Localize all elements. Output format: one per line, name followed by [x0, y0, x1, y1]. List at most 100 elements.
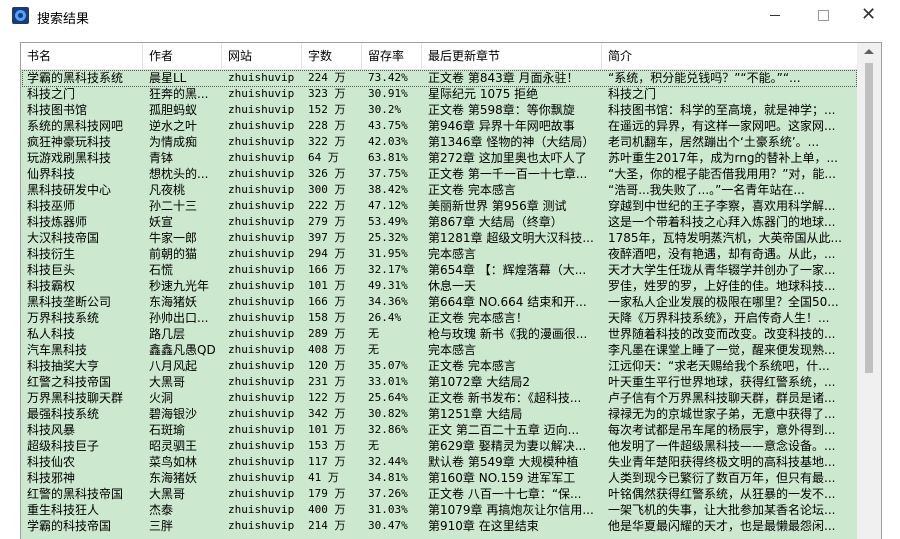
cell-author: 大黑哥: [149, 375, 186, 389]
cell-latest-chapter: 第910章 在这里结束: [428, 519, 539, 533]
cell-site: zhuishuvip: [228, 391, 295, 404]
cell-title: 系统的黑科技网吧: [27, 119, 124, 133]
table-row[interactable]: 疯狂神豪玩科技 为情成痴 zhuishuvip 322 万 42.03% 第1346章 怪…: [21, 134, 857, 150]
cell-retention: 无: [368, 327, 379, 340]
cell-wordcount: 120 万: [308, 359, 346, 372]
cell-title: 科技巨头: [27, 263, 76, 277]
column-header-author[interactable]: 作者: [143, 43, 222, 69]
cell-wordcount: 300 万: [308, 183, 346, 196]
table-row[interactable]: 学霸的黑科技系统 晨星LL zhuishuvip 224 万 73.42% 正文卷 第84…: [21, 70, 857, 87]
cell-wordcount: 322 万: [308, 135, 346, 148]
table-row[interactable]: 科技抽奖大亨 八月风起 zhuishuvip 120 万 35.07% 正文卷 完本感言 江…: [21, 358, 857, 374]
app-icon: [12, 7, 29, 24]
cell-latest-chapter: 默认卷 第549章 大规模种植: [428, 455, 579, 469]
cell-title: 玩游戏刷黑科技: [27, 151, 112, 165]
cell-author: 石斑瑜: [149, 423, 186, 437]
table-row[interactable]: 万界黑科技聊天群 火洞 zhuishuvip 122 万 25.64% 正文卷 新书发布：…: [21, 390, 857, 406]
table-row[interactable]: 大汉科技帝国 牛家一郎 zhuishuvip 397 万 25.32% 第1281章 超级…: [21, 230, 857, 246]
cell-retention: 34.81%: [368, 471, 408, 484]
table-row[interactable]: 最强科技系统 碧海银沙 zhuishuvip 342 万 30.82% 第1251章 大结…: [21, 406, 857, 422]
table-row[interactable]: 重生科技狂人 杰泰 zhuishuvip 400 万 31.03% 第1079章 再搞炮灰…: [21, 502, 857, 518]
table-row[interactable]: 玩游戏刷黑科技 青钵 zhuishuvip 64 万 63.81% 第272章 这加里奥也…: [21, 150, 857, 166]
cell-latest-chapter: 第1346章 怪物的神（大结局）: [428, 135, 595, 149]
table-row[interactable]: 超级科技巨子 昭灵驷王 zhuishuvip 153 万 无 第629章 娶精灵为妻以解决…: [21, 438, 857, 454]
vertical-scrollbar[interactable]: [857, 43, 881, 539]
cell-author: 前朝的猫: [149, 247, 198, 261]
cell-latest-chapter: 完本感言: [428, 343, 477, 357]
cell-wordcount: 326 万: [308, 167, 346, 180]
cell-summary: 一家私人企业发展的极限在哪里？全国50...: [608, 295, 839, 309]
cell-site: zhuishuvip: [228, 503, 295, 516]
cell-summary: 人类到现今已繁衍了数百万年，但只有最...: [608, 471, 836, 485]
table-row[interactable]: 科技霸权 秒速九光年 zhuishuvip 101 万 49.31% 休息一天 罗佳，姓罗的…: [21, 278, 857, 294]
column-header-latest-chapter[interactable]: 最后更新章节: [422, 43, 602, 69]
cell-summary: 在遥远的异界，有这样一家网吧。这家网...: [608, 119, 836, 133]
table-row[interactable]: 系统的黑科技网吧 逆水之叶 zhuishuvip 228 万 43.75% 第946章 异…: [21, 118, 857, 134]
table-row[interactable]: 科技炼器师 妖宣 zhuishuvip 279 万 53.49% 第867章 大结局（终章…: [21, 214, 857, 230]
table-row[interactable]: 科技之门 狂奔的黑... zhuishuvip 323 万 30.91% 星际纪元 107…: [21, 86, 857, 102]
table-row[interactable]: 科技巨头 石慌 zhuishuvip 166 万 32.17% 第654章 【：辉煌落幕（…: [21, 262, 857, 278]
table-row[interactable]: 私人科技 路几层 zhuishuvip 289 万 无 枪与玫瑰 新书《我的漫画很... 世…: [21, 326, 857, 342]
table-row[interactable]: 汽车黑科技 鑫鑫凡愚QD zhuishuvip 408 万 无 完本感言 李凡墨在课堂上睡了…: [21, 342, 857, 358]
cell-site: zhuishuvip: [228, 407, 295, 420]
cell-wordcount: 166 万: [308, 263, 346, 276]
column-header-row: 书名 作者 网站 字数 留存率 最后更新章节 简介: [21, 43, 857, 70]
cell-author: 孤胆蚂蚁: [149, 103, 198, 117]
cell-title: 大汉科技帝国: [27, 231, 100, 245]
cell-summary: “大圣，你的棍子能否借我用用？”对，能...: [608, 167, 836, 181]
column-header-wordcount[interactable]: 字数: [302, 43, 362, 69]
table-row[interactable]: 科技衍生 前朝的猫 zhuishuvip 294 万 31.95% 完本感言 夜醉酒吧，没有…: [21, 246, 857, 262]
table-row[interactable]: 红警之科技帝国 大黑哥 zhuishuvip 231 万 33.01% 第1072章 大结…: [21, 374, 857, 390]
cell-latest-chapter: 第160章 NO.159 进军军工: [428, 471, 576, 485]
column-header-summary[interactable]: 简介: [602, 43, 857, 69]
cell-wordcount: 289 万: [308, 327, 346, 340]
cell-retention: 25.64%: [368, 391, 408, 404]
cell-retention: 49.31%: [368, 279, 408, 292]
cell-summary: 科技之门: [608, 87, 657, 101]
cell-retention: 32.17%: [368, 263, 408, 276]
cell-site: zhuishuvip: [228, 199, 295, 212]
table-row[interactable]: 仙界科技 想枕头的... zhuishuvip 326 万 37.75% 正文卷 第一千一…: [21, 166, 857, 182]
results-list[interactable]: 书名 作者 网站 字数 留存率 最后更新章节 简介 学霸的黑科技系统 晨星LL zh…: [20, 42, 882, 539]
cell-author: 东海猪妖: [149, 471, 198, 485]
minimize-button[interactable]: [752, 0, 798, 32]
column-header-retention[interactable]: 留存率: [362, 43, 422, 69]
cell-site: zhuishuvip: [228, 455, 295, 468]
cell-title: 私人科技: [27, 327, 76, 341]
table-row[interactable]: 科技风暴 石斑瑜 zhuishuvip 101 万 32.86% 正文 第二百二十五章 迈…: [21, 422, 857, 438]
cell-title: 学霸的科技帝国: [27, 519, 112, 533]
table-row[interactable]: 黑科技研发中心 凡夜桃 zhuishuvip 300 万 38.42% 正文卷 完本感言 “…: [21, 182, 857, 198]
close-button[interactable]: ✕: [846, 0, 892, 32]
cell-author: 牛家一郎: [149, 231, 198, 245]
cell-author: 杰泰: [149, 503, 174, 517]
cell-retention: 35.07%: [368, 359, 408, 372]
table-row[interactable]: 学霸的科技帝国 三胖 zhuishuvip 214 万 30.47% 第910章 在这里结…: [21, 518, 857, 534]
cell-wordcount: 397 万: [308, 231, 346, 244]
cell-retention: 43.75%: [368, 119, 408, 132]
scroll-up-arrow-icon[interactable]: [864, 49, 874, 54]
cell-summary: 科技图书馆：科学的至高境，就是神学；...: [608, 103, 836, 117]
cell-latest-chapter: 星际纪元 1075 拒绝: [428, 87, 539, 101]
column-header-site[interactable]: 网站: [222, 43, 302, 69]
table-row[interactable]: 科技仙农 菜鸟如林 zhuishuvip 117 万 32.44% 默认卷 第549章 大…: [21, 454, 857, 470]
table-row[interactable]: 科技巫师 孙二十三 zhuishuvip 222 万 47.12% 美丽新世界 第956章…: [21, 198, 857, 214]
cell-retention: 无: [368, 439, 379, 452]
table-row[interactable]: 红警的黑科技帝国 大黑哥 zhuishuvip 179 万 37.26% 正文卷 八百一十…: [21, 486, 857, 502]
table-row[interactable]: 科技邪神 东海猪妖 zhuishuvip 41 万 34.81% 第160章 NO.159…: [21, 470, 857, 486]
cell-site: zhuishuvip: [228, 423, 295, 436]
cell-wordcount: 153 万: [308, 439, 346, 452]
scroll-thumb[interactable]: [865, 63, 873, 373]
table-row[interactable]: 科技图书馆 孤胆蚂蚁 zhuishuvip 152 万 30.2% 正文卷 第598章：等…: [21, 102, 857, 118]
column-header-title[interactable]: 书名: [21, 43, 143, 69]
cell-retention: 30.47%: [368, 519, 408, 532]
cell-retention: 30.2%: [368, 103, 402, 116]
table-row[interactable]: 黑科技垄断公司 东海猪妖 zhuishuvip 166 万 34.36% 第664章 NO…: [21, 294, 857, 310]
table-row[interactable]: 万界科技系统 孙帅出口... zhuishuvip 158 万 26.4% 正文卷 完本感…: [21, 310, 857, 326]
cell-site: zhuishuvip: [228, 71, 295, 84]
cell-latest-chapter: 第1251章 大结局: [428, 407, 523, 421]
cell-retention: 30.91%: [368, 87, 408, 100]
cell-author: 三胖: [149, 519, 174, 533]
cell-author: 狂奔的黑...: [149, 87, 209, 101]
cell-title: 科技衍生: [27, 247, 76, 261]
maximize-button[interactable]: [800, 0, 846, 32]
